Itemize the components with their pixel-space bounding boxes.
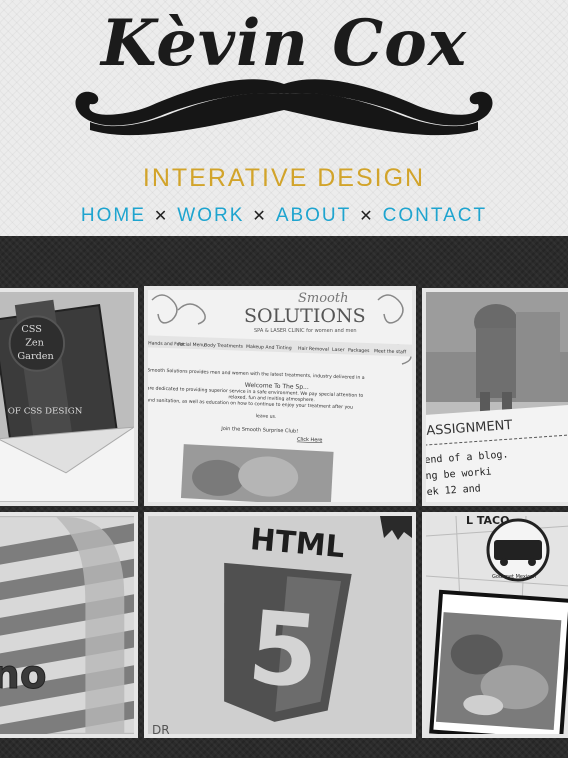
smooth-menu-item: Laser: [332, 347, 345, 353]
nav-about[interactable]: ABOUT: [276, 205, 351, 226]
nav-separator-icon: ✕: [153, 208, 170, 225]
portfolio-tile-striped-graphic[interactable]: no: [0, 512, 138, 738]
portfolio-tile-taco[interactable]: L TACO Gourmet Mexican: [422, 512, 568, 738]
mustache-logo-icon: [75, 79, 493, 136]
portfolio-tile-css-zen-garden[interactable]: CSS Zen Garden OF CSS DESIGN: [0, 288, 138, 506]
striped-graphic-text: no: [0, 653, 47, 698]
portfolio-tile-assignment-blog[interactable]: ASSIGNMENT end of a blog. ng be worki ek…: [422, 288, 568, 506]
smooth-title2: SOLUTIONS: [244, 305, 366, 327]
site-header: Kèvin Cox INTERATIVE DESIGN HOME ✕ WORK ✕ AB…: [0, 0, 568, 236]
nav-work[interactable]: WORK: [177, 205, 244, 226]
nav-separator-icon: ✕: [252, 208, 268, 225]
nav-contact[interactable]: CONTACT: [383, 205, 487, 226]
site-tagline: INTERATIVE DESIGN: [142, 164, 426, 192]
smooth-solutions-thumbnail: Smooth SOLUTIONS SPA & LASER CLINIC for …: [148, 290, 412, 502]
html5-badge-number: 5: [244, 589, 324, 712]
striped-graphic-thumbnail: no: [0, 517, 134, 734]
smooth-menu-item: Meet the staff: [374, 348, 407, 355]
taco-thumbnail: L TACO Gourmet Mexican: [426, 516, 568, 734]
css-zen-title-line2: Zen: [25, 338, 44, 349]
nav-separator-icon: ✕: [359, 208, 375, 225]
smooth-title: Smooth: [298, 291, 348, 306]
smooth-click-here-link[interactable]: Click Here: [297, 437, 323, 444]
nav-home[interactable]: HOME: [81, 205, 146, 226]
smooth-body-line: leave us.: [256, 413, 277, 420]
portfolio-grid: CSS Zen Garden OF CSS DESIGN Smooth SOLU…: [0, 236, 568, 758]
css-zen-title-line1: CSS: [21, 324, 42, 335]
taco-subtitle: Gourmet Mexican: [492, 574, 536, 580]
html5-thumbnail: HTML 5 DR: [148, 516, 412, 734]
smooth-subtitle: SPA & LASER CLINIC for women and men: [254, 328, 357, 334]
taco-title: L TACO: [466, 516, 509, 527]
smooth-menu-item: Packages: [348, 347, 370, 354]
portfolio-tile-smooth-solutions[interactable]: Smooth SOLUTIONS SPA & LASER CLINIC for …: [144, 286, 416, 506]
smooth-menu-item: Hair Removal: [298, 346, 329, 353]
main-nav: HOME ✕ WORK ✕ ABOUT ✕ CONTACT: [0, 205, 568, 227]
css-zen-title-line3: Garden: [17, 351, 53, 362]
smooth-menu-item: Facial Menu: [178, 341, 205, 348]
assignment-blog-thumbnail: ASSIGNMENT end of a blog. ng be worki ek…: [426, 292, 568, 502]
portfolio-tile-html5[interactable]: HTML 5 DR: [144, 512, 416, 738]
css-zen-garden-thumbnail: CSS Zen Garden OF CSS DESIGN: [0, 293, 134, 501]
html5-footer-text: DR: [152, 723, 170, 734]
css-zen-caption: OF CSS DESIGN: [8, 407, 83, 417]
